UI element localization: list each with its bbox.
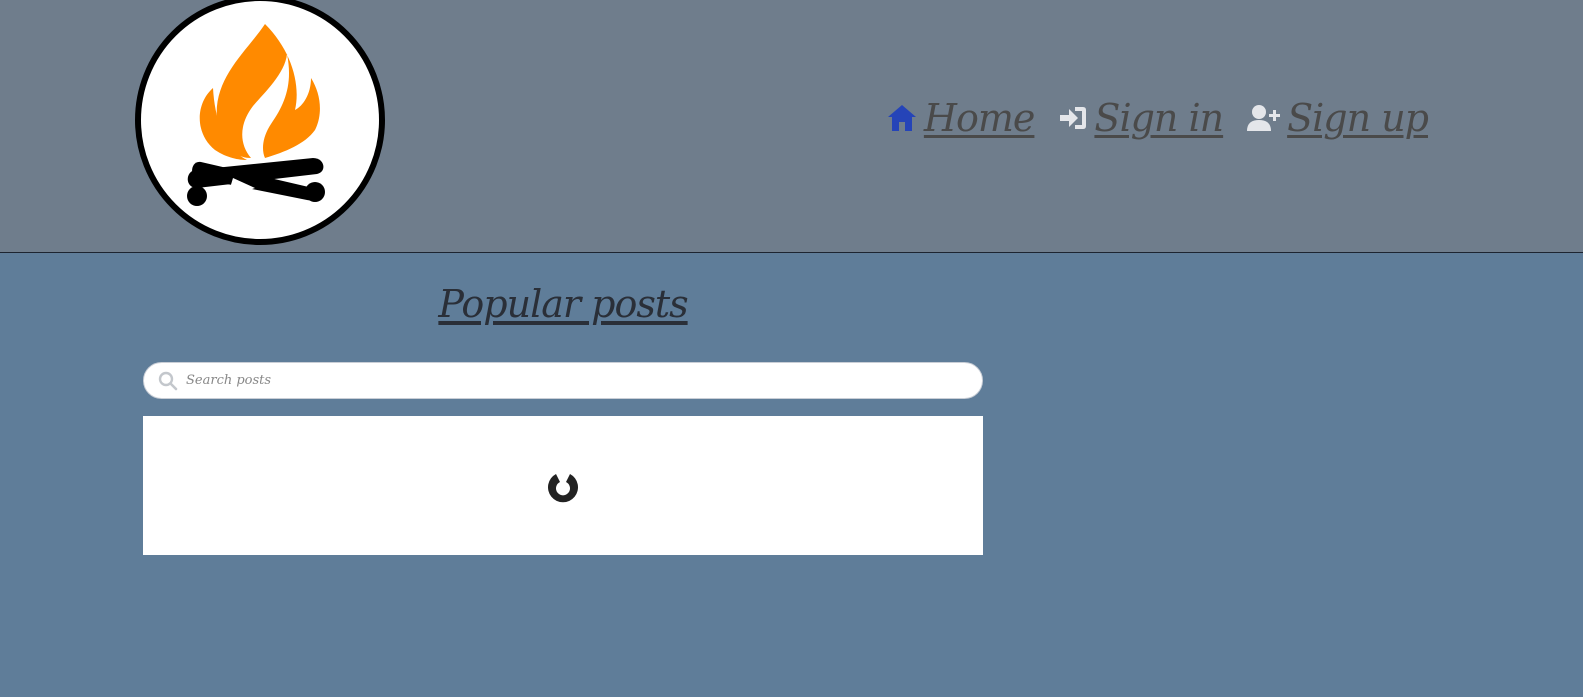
nav-home-link[interactable]: Home [886, 96, 1035, 140]
search-bar[interactable] [143, 362, 983, 399]
nav-sign-up-link[interactable]: Sign up [1247, 96, 1429, 140]
sign-in-icon [1058, 104, 1088, 132]
posts-panel [143, 416, 983, 555]
campfire-logo-icon[interactable] [135, 0, 385, 246]
search-input[interactable] [184, 364, 968, 397]
spinner-icon [548, 474, 578, 503]
nav-sign-up-label: Sign up [1287, 96, 1429, 140]
nav-sign-in-link[interactable]: Sign in [1058, 96, 1224, 140]
site-header: Home Sign in Sign up [0, 0, 1583, 253]
search-icon [158, 371, 178, 391]
home-icon [886, 103, 918, 133]
main-nav: Home Sign in Sign up [886, 96, 1429, 140]
nav-sign-in-label: Sign in [1094, 96, 1224, 140]
user-plus-icon [1247, 104, 1281, 132]
popular-posts-heading: Popular posts [438, 282, 688, 326]
page-title: Popular posts [143, 282, 983, 326]
nav-home-label: Home [923, 96, 1036, 140]
